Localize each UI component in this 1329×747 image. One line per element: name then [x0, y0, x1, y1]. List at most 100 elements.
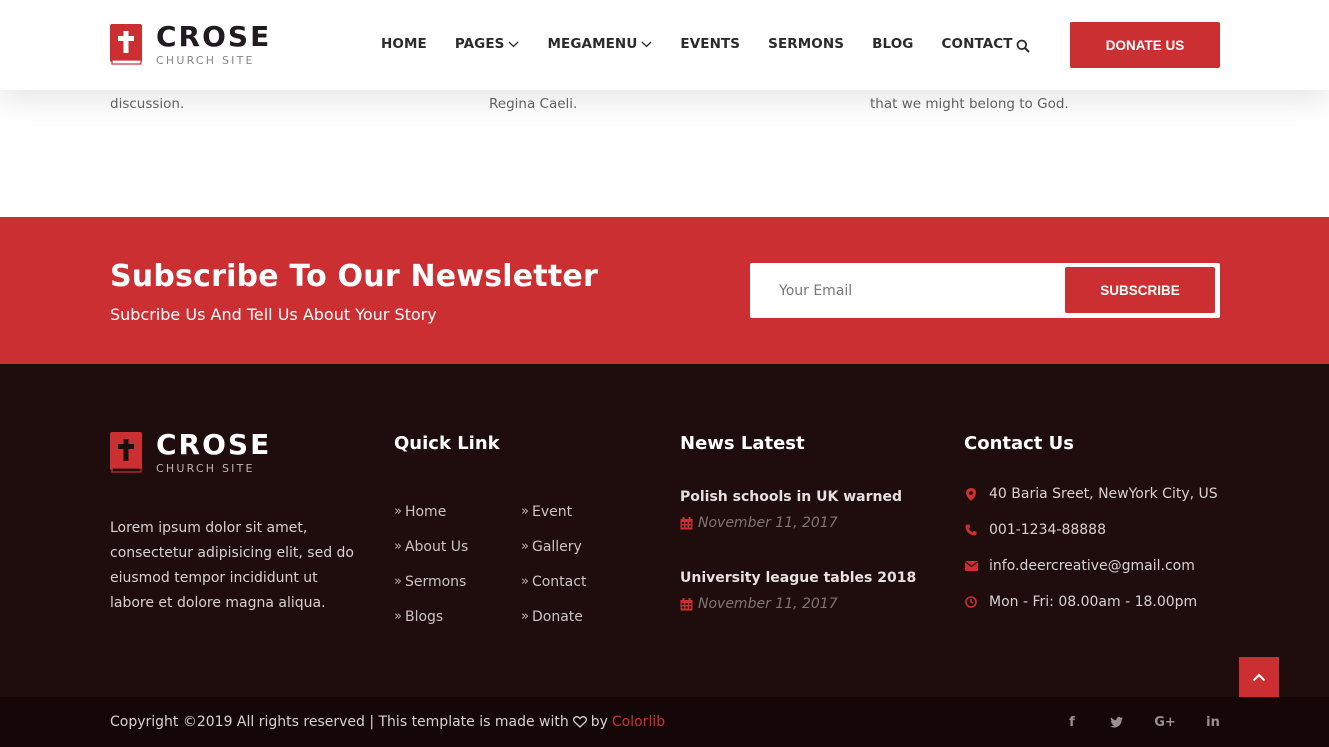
email-field[interactable] — [750, 263, 1062, 318]
footer-about-text: Lorem ipsum dolor sit amet, consectetur … — [110, 520, 355, 611]
quick-links-col-2: » Event » Gallery » Contact » Donate — [521, 494, 586, 634]
quick-link-about-us[interactable]: » About Us — [394, 529, 468, 564]
chevron-down-icon — [641, 41, 652, 47]
double-chevron-right-icon: » — [521, 539, 529, 554]
footer-logo[interactable]: CROSE CHURCH SITE — [110, 431, 271, 475]
contact-email: info.deercreative@gmail.com — [964, 558, 1195, 574]
copyright-text: Copyright ©2019 All rights reserved | Th… — [110, 714, 665, 730]
map-marker-icon — [964, 487, 978, 501]
calendar-icon — [680, 516, 693, 529]
quick-link-label: Event — [531, 503, 573, 520]
quick-link-label: Contact — [531, 573, 587, 590]
footer-brand-name: CROSE — [156, 428, 272, 461]
quick-link-title: Quick Link — [394, 433, 500, 454]
contact-address-text: 40 Baria Sreet, NewYork City, US — [989, 486, 1218, 502]
nav-sermons[interactable]: SERMONS — [768, 36, 844, 52]
double-chevron-right-icon: » — [521, 504, 529, 519]
donate-button[interactable]: DONATE US — [1070, 22, 1220, 68]
heart-icon — [572, 716, 587, 728]
nav-pages-label: PAGES — [454, 36, 505, 52]
quick-link-sermons[interactable]: » Sermons — [394, 564, 468, 599]
chevron-down-icon — [509, 41, 519, 47]
contact-hours-text: Mon - Fri: 08.00am - 18.00pm — [989, 594, 1198, 610]
quick-links-col-1: » Home » About Us » Sermons » Blogs — [394, 494, 468, 634]
calendar-icon — [680, 597, 693, 610]
nav-megamenu-label: MEGAMENU — [547, 36, 638, 52]
twitter-bird-shape — [1109, 716, 1123, 727]
top-snippet-3: that we might belong to God. — [870, 96, 1069, 112]
contact-phone-text: 001-1234-88888 — [989, 522, 1106, 538]
news-item: Polish schools in UK warned November 11,… — [680, 489, 902, 531]
colorlib-link[interactable]: Colorlib — [612, 714, 665, 730]
back-to-top-button[interactable] — [1239, 657, 1279, 697]
quick-link-donate[interactable]: » Donate — [521, 599, 586, 634]
top-snippet-1: discussion. — [110, 96, 185, 112]
nav-home-label: HOME — [381, 36, 427, 52]
newsletter-subtitle: Subcribe Us And Tell Us About Your Story — [110, 305, 437, 324]
news-item-date: November 11, 2017 — [680, 515, 902, 531]
double-chevron-right-icon: » — [394, 574, 402, 589]
header-logo[interactable]: CROSE CHURCH SITE — [110, 23, 271, 67]
bible-cross-icon — [110, 24, 142, 65]
nav-contact-label: CONTACT — [941, 36, 1013, 52]
linkedin-icon[interactable]: in — [1205, 714, 1221, 730]
contact-email-text[interactable]: info.deercreative@gmail.com — [989, 558, 1195, 574]
facebook-icon[interactable]: f — [1064, 714, 1080, 730]
contact-address: 40 Baria Sreet, NewYork City, US — [964, 486, 1218, 502]
contact-hours: Mon - Fri: 08.00am - 18.00pm — [964, 594, 1197, 610]
twitter-icon[interactable] — [1108, 714, 1124, 730]
quick-link-label: About Us — [404, 538, 469, 555]
double-chevron-right-icon: » — [394, 539, 402, 554]
copyright-by: by — [590, 714, 608, 730]
contact-us-title: Contact Us — [964, 433, 1075, 454]
nav-blog-label: BLOG — [872, 36, 914, 52]
nav-home[interactable]: HOME — [381, 36, 427, 52]
quick-link-label: Sermons — [404, 573, 467, 590]
envelope-icon — [964, 559, 978, 573]
search-icon[interactable] — [1016, 39, 1030, 53]
news-item-title[interactable]: University league tables 2018 — [680, 570, 916, 586]
news-date-text: November 11, 2017 — [698, 515, 838, 531]
double-chevron-right-icon: » — [394, 609, 402, 624]
contact-phone: 001-1234-88888 — [964, 522, 1106, 538]
double-chevron-right-icon: » — [521, 574, 529, 589]
nav-contact[interactable]: CONTACT — [941, 36, 1012, 52]
newsletter-section: Subscribe To Our Newsletter Subcribe Us … — [0, 217, 1329, 364]
subscribe-button[interactable]: SUBSCRIBE — [1065, 267, 1215, 313]
newsletter-form: SUBSCRIBE — [750, 263, 1220, 318]
top-snippet-2: Regina Caeli. — [489, 96, 578, 112]
footer-brand-tagline: CHURCH SITE — [156, 462, 255, 475]
quick-link-label: Home — [404, 503, 447, 520]
news-item-date: November 11, 2017 — [680, 596, 916, 612]
nav-megamenu[interactable]: MEGAMENU — [547, 36, 652, 52]
quick-link-label: Donate — [531, 608, 583, 625]
quick-link-gallery[interactable]: » Gallery — [521, 529, 586, 564]
quick-link-home[interactable]: » Home — [394, 494, 468, 529]
nav-sermons-label: SERMONS — [768, 36, 845, 52]
main-nav: HOME PAGES MEGAMENU EVENTS SERMONS BLOG … — [381, 36, 1041, 52]
nav-events-label: EVENTS — [680, 36, 741, 52]
phone-icon — [964, 523, 978, 537]
quick-link-contact[interactable]: » Contact — [521, 564, 586, 599]
news-latest-title: News Latest — [680, 433, 805, 454]
quick-link-label: Gallery — [531, 538, 582, 555]
quick-link-blogs[interactable]: » Blogs — [394, 599, 468, 634]
nav-pages[interactable]: PAGES — [455, 36, 520, 52]
newsletter-title: Subscribe To Our Newsletter — [110, 259, 598, 294]
quick-link-event[interactable]: » Event — [521, 494, 586, 529]
news-date-text: November 11, 2017 — [698, 596, 838, 612]
nav-events[interactable]: EVENTS — [680, 36, 740, 52]
google-plus-icon[interactable]: G+ — [1154, 714, 1176, 730]
clock-icon — [964, 595, 978, 609]
site-footer: CROSE CHURCH SITE Lorem ipsum dolor sit … — [0, 364, 1329, 697]
quick-link-label: Blogs — [404, 608, 444, 625]
news-item-title[interactable]: Polish schools in UK warned — [680, 489, 902, 505]
double-chevron-right-icon: » — [521, 609, 529, 624]
brand-tagline: CHURCH SITE — [156, 54, 255, 67]
copyright-prefix: Copyright ©2019 All rights reserved | Th… — [110, 714, 569, 730]
bible-cross-icon — [110, 432, 142, 473]
nav-blog[interactable]: BLOG — [872, 36, 913, 52]
site-header: CROSE CHURCH SITE HOME PAGES MEGAMENU EV… — [0, 0, 1329, 90]
brand-name: CROSE — [156, 20, 272, 53]
double-chevron-right-icon: » — [394, 504, 402, 519]
